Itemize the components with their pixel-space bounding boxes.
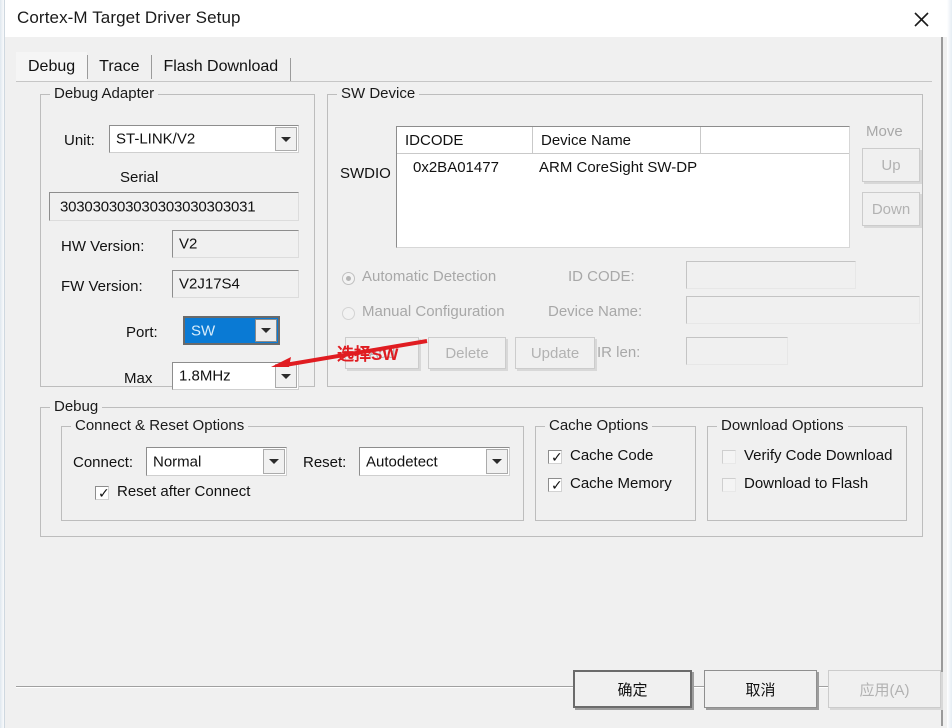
verify-code-download-checkbox[interactable] [722, 450, 736, 464]
fw-version-field[interactable]: V2J17S4 [172, 270, 299, 298]
fw-version-value: V2J17S4 [179, 275, 240, 293]
column-header-extra [701, 127, 851, 153]
cancel-button[interactable]: 取消 [704, 670, 817, 708]
tab-debug[interactable]: Debug [16, 52, 88, 82]
update-button-label: Update [530, 344, 580, 362]
window-title: Cortex-M Target Driver Setup [17, 8, 241, 27]
automatic-detection-radio[interactable] [342, 272, 355, 285]
unit-label: Unit: [64, 132, 95, 149]
ir-len-label: IR len: [597, 344, 641, 361]
download-options-group: Download Options Verify Code Download Do… [707, 417, 907, 521]
apply-button[interactable]: 应用(A) [828, 670, 941, 708]
tab-debug-label: Debug [28, 58, 76, 75]
ir-len-field[interactable] [686, 337, 788, 365]
debug-adapter-legend: Debug Adapter [50, 85, 159, 102]
chevron-down-icon[interactable] [263, 449, 285, 474]
tab-flash-download-label: Flash Download [163, 58, 279, 75]
connect-reset-legend: Connect & Reset Options [71, 417, 249, 434]
automatic-detection-label: Automatic Detection [362, 268, 497, 285]
column-header-device-name: Device Name [533, 127, 701, 153]
id-code-field[interactable] [686, 261, 856, 289]
dialog-window: Cortex-M Target Driver Setup Debug Trace… [0, 0, 952, 728]
up-button-label: Up [881, 156, 901, 174]
reset-value: Autodetect [366, 453, 438, 470]
cache-memory-label: Cache Memory [570, 475, 672, 492]
tab-strip: Debug Trace Flash Download [16, 50, 292, 82]
column-header-idcode: IDCODE [397, 127, 533, 153]
fw-version-label: FW Version: [61, 278, 143, 295]
tab-panel-debug: Debug Adapter Unit: ST-LINK/V2 Serial 30… [16, 81, 932, 685]
connect-label: Connect: [73, 454, 134, 471]
connect-reset-options-group: Connect & Reset Options Connect: Normal … [61, 417, 524, 521]
download-options-legend: Download Options [717, 417, 848, 434]
tab-trace-label: Trace [99, 58, 140, 75]
debug-group: Debug Connect & Reset Options Connect: N… [40, 398, 923, 537]
max-value: 1.8MHz [179, 367, 231, 385]
tab-strip-end-divider [290, 58, 292, 82]
debug-group-legend: Debug [50, 398, 103, 415]
apply-button-label: 应用(A) [859, 681, 910, 699]
check-icon: ✓ [98, 485, 110, 501]
check-icon: ✓ [551, 477, 563, 493]
cancel-button-label: 取消 [745, 681, 776, 699]
hw-version-value: V2 [179, 235, 198, 253]
hw-version-label: HW Version: [61, 238, 145, 255]
serial-label: Serial [120, 169, 159, 186]
cache-code-checkbox[interactable]: ✓ [548, 449, 563, 465]
serial-field[interactable]: 303030303030303030303031 [49, 192, 299, 221]
ok-button[interactable]: 确定 [573, 670, 692, 708]
unit-combo[interactable]: ST-LINK/V2 [109, 125, 299, 153]
reset-after-connect-label: Reset after Connect [117, 483, 251, 500]
check-icon: ✓ [551, 449, 563, 465]
dialog-body: Debug Trace Flash Download Debug Adapter… [5, 37, 943, 726]
cell-device-name: ARM CoreSight SW-DP [539, 158, 698, 176]
cache-code-label: Cache Code [570, 447, 654, 464]
verify-code-download-label: Verify Code Download [744, 447, 893, 464]
device-name-label: Device Name: [548, 303, 643, 320]
connect-combo[interactable]: Normal [146, 447, 287, 476]
port-value: SW [191, 322, 216, 339]
download-to-flash-checkbox[interactable] [722, 478, 736, 492]
reset-after-connect-checkbox[interactable]: ✓ [95, 485, 110, 501]
tab-trace[interactable]: Trace [87, 52, 151, 82]
cache-options-legend: Cache Options [545, 417, 653, 434]
cache-memory-checkbox[interactable]: ✓ [548, 477, 563, 493]
sw-device-table[interactable]: IDCODE Device Name 0x2BA01477 ARM CoreSi… [396, 126, 850, 248]
table-row[interactable]: 0x2BA01477 ARM CoreSight SW-DP [397, 153, 849, 181]
ok-button-label: 确定 [617, 681, 648, 699]
down-button[interactable]: Down [862, 192, 920, 226]
move-label: Move [866, 123, 903, 140]
serial-value: 303030303030303030303031 [60, 198, 256, 215]
down-button-label: Down [871, 200, 911, 218]
up-button[interactable]: Up [862, 148, 920, 182]
hw-version-field[interactable]: V2 [172, 230, 299, 258]
delete-button[interactable]: Delete [428, 337, 506, 369]
annotation-text: 选择SW [337, 345, 399, 364]
sw-device-legend: SW Device [337, 85, 420, 102]
cache-options-group: Cache Options ✓ Cache Code ✓ Cache Memor… [535, 417, 696, 521]
table-header-row: IDCODE Device Name [397, 127, 849, 154]
reset-combo[interactable]: Autodetect [359, 447, 510, 476]
title-bar: Cortex-M Target Driver Setup [5, 0, 947, 37]
port-label: Port: [126, 324, 158, 341]
chevron-down-icon[interactable] [486, 449, 508, 474]
manual-configuration-label: Manual Configuration [362, 303, 505, 320]
delete-button-label: Delete [445, 344, 489, 362]
id-code-label: ID CODE: [568, 268, 635, 285]
manual-configuration-radio[interactable] [342, 307, 355, 320]
unit-value: ST-LINK/V2 [116, 130, 196, 148]
connect-value: Normal [153, 453, 202, 470]
chevron-down-icon[interactable] [275, 127, 297, 151]
update-button[interactable]: Update [515, 337, 595, 369]
download-to-flash-label: Download to Flash [744, 475, 869, 492]
max-label: Max [124, 370, 153, 387]
swdio-label: SWDIO [340, 165, 391, 182]
reset-label: Reset: [303, 454, 347, 471]
tab-flash-download[interactable]: Flash Download [151, 52, 290, 82]
port-combo[interactable]: SW [183, 316, 280, 345]
right-page-edge [947, 0, 952, 728]
close-icon[interactable] [907, 6, 935, 32]
device-name-field[interactable] [686, 296, 920, 324]
cell-idcode: 0x2BA01477 [413, 158, 499, 176]
